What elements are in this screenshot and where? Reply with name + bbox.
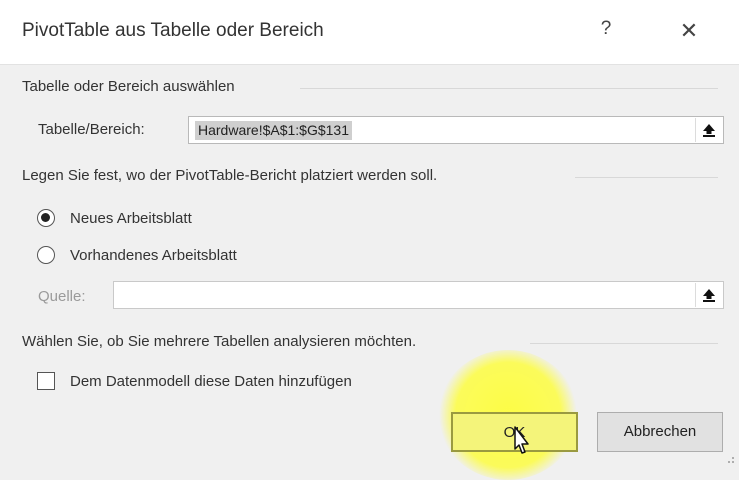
datamodel-label[interactable]: Dem Datenmodell diese Daten hinzufügen: [70, 373, 352, 390]
divider: [530, 343, 718, 344]
analyze-section-heading: Wählen Sie, ob Sie mehrere Tabellen anal…: [22, 333, 417, 350]
existing-worksheet-label[interactable]: Vorhandenes Arbeitsblatt: [70, 247, 237, 264]
ok-button[interactable]: OK: [451, 412, 578, 452]
range-input[interactable]: Hardware!$A$1:$G$131: [188, 116, 724, 144]
collapse-dialog-icon: [703, 124, 715, 137]
select-section-heading: Tabelle oder Bereich auswählen: [22, 78, 235, 95]
source-collapse-button[interactable]: [695, 283, 722, 307]
new-worksheet-label[interactable]: Neues Arbeitsblatt: [70, 210, 192, 227]
source-label: Quelle:: [38, 288, 86, 305]
range-label: Tabelle/Bereich:: [38, 121, 145, 138]
resize-grip-icon[interactable]: [725, 454, 735, 464]
dialog-title: PivotTable aus Tabelle oder Bereich: [22, 20, 324, 41]
new-worksheet-radio[interactable]: [37, 209, 55, 227]
collapse-dialog-icon: [703, 289, 715, 302]
cancel-button[interactable]: Abbrechen: [597, 412, 723, 452]
existing-worksheet-radio[interactable]: [37, 246, 55, 264]
help-button[interactable]: ?: [594, 18, 618, 46]
radio-selected-dot: [41, 213, 50, 222]
range-collapse-button[interactable]: [695, 118, 722, 142]
divider: [300, 88, 718, 89]
close-button[interactable]: ✕: [676, 18, 702, 46]
source-input[interactable]: [113, 281, 724, 309]
placement-section-heading: Legen Sie fest, wo der PivotTable-Berich…: [22, 167, 438, 184]
datamodel-checkbox[interactable]: [37, 372, 55, 390]
source-input-value[interactable]: [120, 286, 126, 305]
range-input-value[interactable]: Hardware!$A$1:$G$131: [195, 121, 352, 140]
divider: [575, 177, 718, 178]
dialog-title-bar: PivotTable aus Tabelle oder Bereich ? ✕: [0, 0, 739, 65]
